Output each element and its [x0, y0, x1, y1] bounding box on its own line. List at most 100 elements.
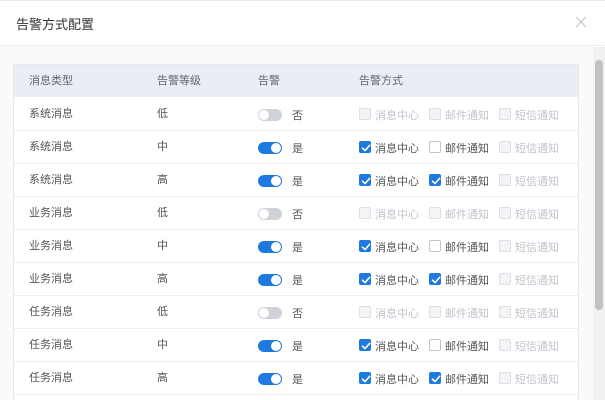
checkbox-label: 消息中心 [375, 274, 419, 287]
checkbox-box[interactable] [499, 306, 511, 318]
table-row: 系统消息 低 否 消息中心 邮件通知 短信通知 [14, 98, 578, 131]
alarm-toggle[interactable] [258, 307, 282, 319]
scrollbar-thumb[interactable] [595, 60, 603, 310]
table-row: 任务消息 高 是 消息中心 邮件通知 短信通知 [14, 362, 578, 395]
checkbox-box[interactable] [359, 273, 371, 285]
checkbox-label: 邮件通知 [445, 241, 489, 254]
alarm-toggle[interactable] [258, 142, 282, 154]
alarm-toggle[interactable] [258, 241, 282, 253]
header-alarm: 告警 [258, 74, 280, 87]
checkbox-label: 短信通知 [515, 373, 559, 386]
checkbox-label: 短信通知 [515, 340, 559, 353]
checkbox-box[interactable] [359, 240, 371, 252]
table-row: 业务消息 高 是 消息中心 邮件通知 短信通知 [14, 263, 578, 296]
alarm-toggle-label: 否 [292, 307, 303, 320]
checkbox-label: 短信通知 [515, 175, 559, 188]
toggle-knob [271, 242, 281, 252]
close-icon [575, 16, 587, 28]
alarm-toggle[interactable] [258, 109, 282, 121]
cell-message-type: 业务消息 [29, 206, 73, 219]
check-icon [431, 375, 441, 383]
alarm-toggle-label: 是 [292, 274, 303, 287]
checkbox-box[interactable] [429, 108, 441, 120]
checkbox-label: 邮件通知 [445, 373, 489, 386]
alarm-toggle-label: 否 [292, 109, 303, 122]
toggle-knob [259, 209, 269, 219]
checkbox-box[interactable] [499, 207, 511, 219]
checkbox-label: 消息中心 [375, 142, 419, 155]
cell-message-type: 任务消息 [29, 305, 73, 318]
checkbox-label: 消息中心 [375, 208, 419, 221]
alarm-toggle-label: 是 [292, 241, 303, 254]
cell-alarm-level: 低 [157, 206, 168, 219]
dialog-title: 告警方式配置 [16, 18, 95, 33]
checkbox-label: 邮件通知 [445, 340, 489, 353]
cell-message-type: 业务消息 [29, 272, 73, 285]
checkbox-box[interactable] [429, 306, 441, 318]
checkbox-box[interactable] [499, 141, 511, 153]
cell-message-type: 系统消息 [29, 107, 73, 120]
close-button[interactable] [571, 12, 591, 32]
cell-alarm-level: 高 [157, 173, 168, 186]
checkbox-label: 消息中心 [375, 340, 419, 353]
alarm-toggle[interactable] [258, 373, 282, 385]
alarm-toggle[interactable] [258, 274, 282, 286]
cell-alarm-level: 中 [157, 140, 168, 153]
checkbox-box[interactable] [499, 174, 511, 186]
table-row: 系统消息 中 是 消息中心 邮件通知 短信通知 [14, 131, 578, 164]
checkbox-box[interactable] [429, 207, 441, 219]
table-row: 业务消息 中 是 消息中心 邮件通知 短信通知 [14, 230, 578, 263]
checkbox-box[interactable] [359, 108, 371, 120]
table-row: 系统消息 高 是 消息中心 邮件通知 短信通知 [14, 164, 578, 197]
checkbox-label: 短信通知 [515, 109, 559, 122]
alarm-toggle[interactable] [258, 340, 282, 352]
check-icon [361, 177, 371, 185]
toggle-knob [259, 308, 269, 318]
checkbox-box[interactable] [499, 273, 511, 285]
checkbox-label: 短信通知 [515, 307, 559, 320]
checkbox-box[interactable] [429, 141, 441, 153]
cell-alarm-level: 低 [157, 107, 168, 120]
checkbox-box[interactable] [429, 273, 441, 285]
cell-message-type: 系统消息 [29, 140, 73, 153]
checkbox-box[interactable] [359, 207, 371, 219]
cell-message-type: 任务消息 [29, 338, 73, 351]
table-row: 任务消息 中 是 消息中心 邮件通知 短信通知 [14, 329, 578, 362]
check-icon [361, 144, 371, 152]
alarm-toggle-label: 是 [292, 373, 303, 386]
cell-alarm-level: 低 [157, 305, 168, 318]
cell-message-type: 任务消息 [29, 371, 73, 384]
cell-alarm-level: 高 [157, 272, 168, 285]
checkbox-label: 邮件通知 [445, 208, 489, 221]
toggle-knob [259, 110, 269, 120]
header-alarm-method: 告警方式 [359, 74, 403, 87]
check-icon [431, 276, 441, 284]
checkbox-box[interactable] [429, 339, 441, 351]
checkbox-label: 邮件通知 [445, 109, 489, 122]
checkbox-box[interactable] [359, 372, 371, 384]
toggle-knob [271, 374, 281, 384]
checkbox-box[interactable] [429, 174, 441, 186]
cell-alarm-level: 中 [157, 239, 168, 252]
checkbox-box[interactable] [359, 306, 371, 318]
cell-alarm-level: 高 [157, 371, 168, 384]
alarm-toggle[interactable] [258, 175, 282, 187]
checkbox-box[interactable] [499, 108, 511, 120]
alarm-toggle-label: 是 [292, 340, 303, 353]
checkbox-label: 邮件通知 [445, 142, 489, 155]
checkbox-box[interactable] [359, 141, 371, 153]
cell-message-type: 业务消息 [29, 239, 73, 252]
alarm-toggle[interactable] [258, 208, 282, 220]
checkbox-box[interactable] [499, 339, 511, 351]
checkbox-box[interactable] [359, 339, 371, 351]
checkbox-box[interactable] [429, 372, 441, 384]
checkbox-box[interactable] [359, 174, 371, 186]
checkbox-box[interactable] [429, 240, 441, 252]
check-icon [361, 375, 371, 383]
check-icon [431, 177, 441, 185]
checkbox-label: 邮件通知 [445, 307, 489, 320]
checkbox-box[interactable] [499, 240, 511, 252]
alarm-config-table: 消息类型 告警等级 告警 告警方式 系统消息低否消息中心 邮件通知 短信通知 系统消息… [13, 64, 579, 400]
header-message-type: 消息类型 [29, 74, 73, 87]
checkbox-box[interactable] [499, 372, 511, 384]
